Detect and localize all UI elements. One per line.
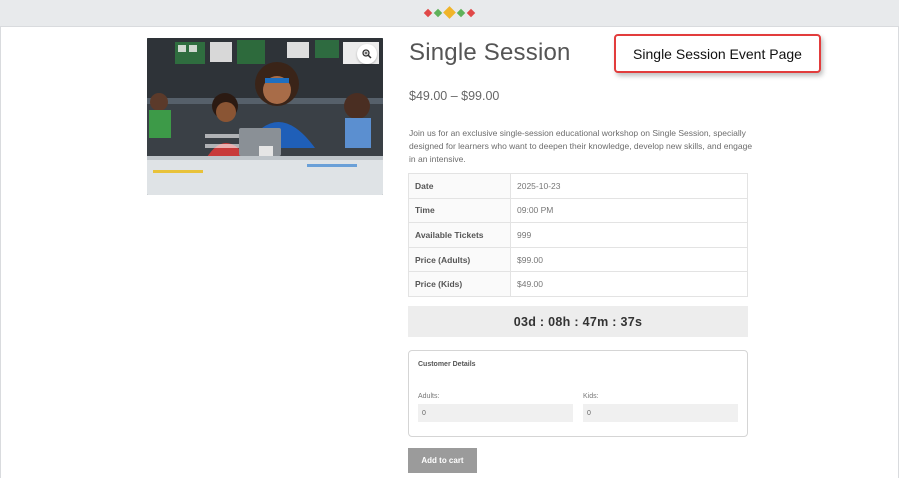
table-row: Time 09:00 PM (408, 197, 748, 224)
kids-label: Kids: (583, 393, 599, 400)
zoom-in-icon (362, 49, 372, 59)
price-range: $49.00 – $99.00 (409, 89, 500, 103)
detail-value-tickets: 999 (510, 222, 748, 248)
table-row: Available Tickets 999 (408, 222, 748, 248)
detail-label-date: Date (408, 173, 511, 199)
detail-label-price-kids: Price (Kids) (408, 271, 511, 297)
top-header-bar (0, 0, 899, 26)
logo-dot-3 (443, 6, 456, 19)
adults-input[interactable] (418, 404, 573, 422)
zoom-button[interactable] (357, 44, 377, 64)
adults-label: Adults: (418, 393, 440, 400)
table-row: Price (Kids) $49.00 (408, 271, 748, 297)
product-image[interactable] (147, 38, 383, 195)
detail-value-time: 09:00 PM (510, 197, 748, 224)
logo-dot-4 (456, 8, 466, 18)
site-logo[interactable] (423, 6, 477, 19)
event-details-table: Date 2025-10-23 Time 09:00 PM Available … (408, 173, 748, 297)
customer-details-box: Customer Details Adults: Kids: (408, 350, 748, 437)
detail-label-time: Time (408, 197, 511, 224)
countdown-timer: 03d : 08h : 47m : 37s (408, 306, 748, 337)
detail-value-price-adults: $99.00 (510, 246, 748, 273)
detail-label-price-adults: Price (Adults) (408, 246, 511, 273)
product-page: Single Session Single Session Event Page… (0, 26, 899, 478)
logo-dot-5 (466, 8, 476, 18)
detail-value-date: 2025-10-23 (510, 173, 748, 199)
classroom-photo (147, 38, 383, 195)
table-row: Date 2025-10-23 (408, 173, 748, 199)
add-to-cart-button[interactable]: Add to cart (408, 448, 477, 473)
logo-dot-1 (423, 8, 433, 18)
logo-dot-2 (433, 8, 443, 18)
product-description: Join us for an exclusive single-session … (409, 128, 753, 164)
kids-input[interactable] (583, 404, 738, 422)
detail-label-tickets: Available Tickets (408, 222, 511, 248)
product-title: Single Session (409, 39, 571, 66)
detail-value-price-kids: $49.00 (510, 271, 748, 297)
annotation-callout: Single Session Event Page (614, 34, 821, 73)
table-row: Price (Adults) $99.00 (408, 246, 748, 273)
customer-details-title: Customer Details (418, 361, 476, 368)
